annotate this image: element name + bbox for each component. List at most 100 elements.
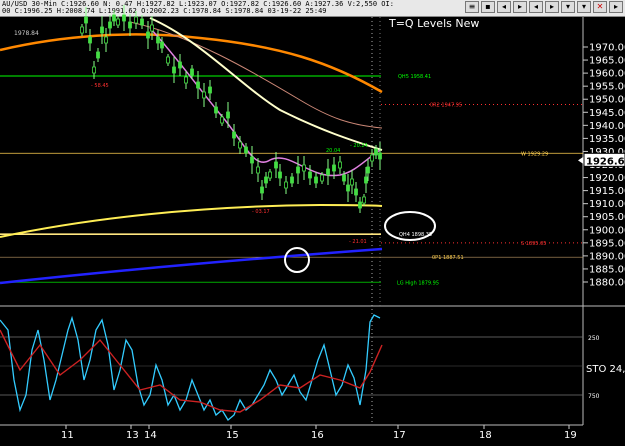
candle-body [88,36,92,44]
price-tick-label: 1920.00 [589,173,625,184]
oscillator-tick-label: 750 [588,393,600,400]
level-label: S 1895.05 [521,241,546,247]
price-tick-label: 1935.00 [589,134,625,145]
candle-body [274,161,278,169]
chart-title: T=Q Levels New [388,17,479,30]
moving-average-pink [129,21,383,129]
stochastic-d-line [0,329,383,413]
candle-body [84,16,88,24]
level-label: W 1929.29 [521,151,548,157]
candle-body [326,168,330,176]
oscillator-tick-label: 250 [588,335,600,342]
candle-body [366,166,370,174]
stochastic-k-line [0,314,381,421]
highlight-circle [284,247,310,273]
candle-body [346,184,350,192]
price-tick-label: 1940.00 [589,121,625,132]
candle-body [172,66,176,74]
candle-body [150,24,154,32]
price-annotation: - 21.01 [349,239,367,245]
moving-average-orange [0,33,383,94]
candle-body [202,91,206,99]
date-label: 14 [144,430,157,441]
last-price-label: 1926.60 [586,156,625,167]
price-annotation: - 03.17 [252,209,270,215]
oscillator-label: STO 24, [586,364,625,375]
date-label: 13 [126,430,139,441]
top-price-label: 1978.84 [14,30,39,37]
candle-body [370,154,374,162]
price-tick-label: 1965.00 [589,56,625,67]
candle-body [342,174,346,182]
price-tick-label: 1955.00 [589,82,625,93]
level-label: 0R2 1947.95 [430,102,462,108]
candle-body [290,176,294,184]
candle-body [146,31,150,39]
candle-body [92,66,96,74]
moving-average-white [149,17,383,151]
candle-body [296,166,300,174]
candle-body [166,56,170,64]
candle-body [362,196,366,204]
candle-body [256,166,260,174]
candle-body [358,201,362,209]
moving-average-blue [0,247,383,285]
price-tick-label: 1880.00 [589,278,625,289]
candle-body [220,116,224,124]
candle-body [244,146,248,154]
candle-body [178,61,182,69]
candle-body [156,36,160,44]
candle-body [260,186,264,194]
candle-body [190,68,194,76]
date-label: 11 [61,430,74,441]
candle-body [208,86,212,94]
date-label: 15 [226,430,239,441]
price-tick-label: 1900.00 [589,225,625,236]
candle-body [140,18,144,26]
candle-body [104,36,108,44]
price-pointer-icon [578,156,584,165]
candle-body [108,21,112,29]
candle-body [308,171,312,179]
candle-body [250,156,254,164]
candle-body [96,51,100,59]
candle-body [116,18,120,26]
price-tick-label: 1945.00 [589,108,625,119]
candle-body [364,176,368,184]
price-tick-label: 1885.00 [589,264,625,275]
level-label: LG High 1879.95 [397,280,439,286]
candle-body [184,76,188,84]
candle-body [128,21,132,29]
moving-average-yellow [0,203,383,238]
candle-body [80,26,84,34]
candle-body [284,181,288,189]
candle-body [374,148,378,156]
candle-body [338,161,342,169]
candle-body [302,164,306,172]
price-chart[interactable]: 1970.00 1965.00 1960.00 1955.00 1950.00 1945.… [0,0,625,446]
candle-body [160,41,164,49]
price-tick-label: 1895.00 [589,238,625,249]
candle-body [278,171,282,179]
price-tick-label: 1905.00 [589,212,625,223]
price-tick-label: 1915.00 [589,186,625,197]
candle-body [320,174,324,182]
candle-body [122,14,126,22]
date-label: 16 [311,430,324,441]
candle-body [134,16,138,24]
candle-body [378,152,382,160]
date-label: 17 [393,430,406,441]
price-tick-label: 1950.00 [589,95,625,106]
candle-body [112,14,116,22]
candle-body [350,178,354,186]
price-annotation: - 58.45 [91,83,109,89]
price-annotation: 20.04 [326,148,340,154]
candle-body [232,131,236,139]
price-tick-label: 1890.00 [589,251,625,262]
candle-body [100,26,104,34]
price-tick-label: 1970.00 [589,43,625,54]
candle-body [238,141,242,149]
price-annotation: - 20.24 [350,143,368,149]
date-label: 19 [564,430,577,441]
price-tick-label: 1960.00 [589,69,625,80]
